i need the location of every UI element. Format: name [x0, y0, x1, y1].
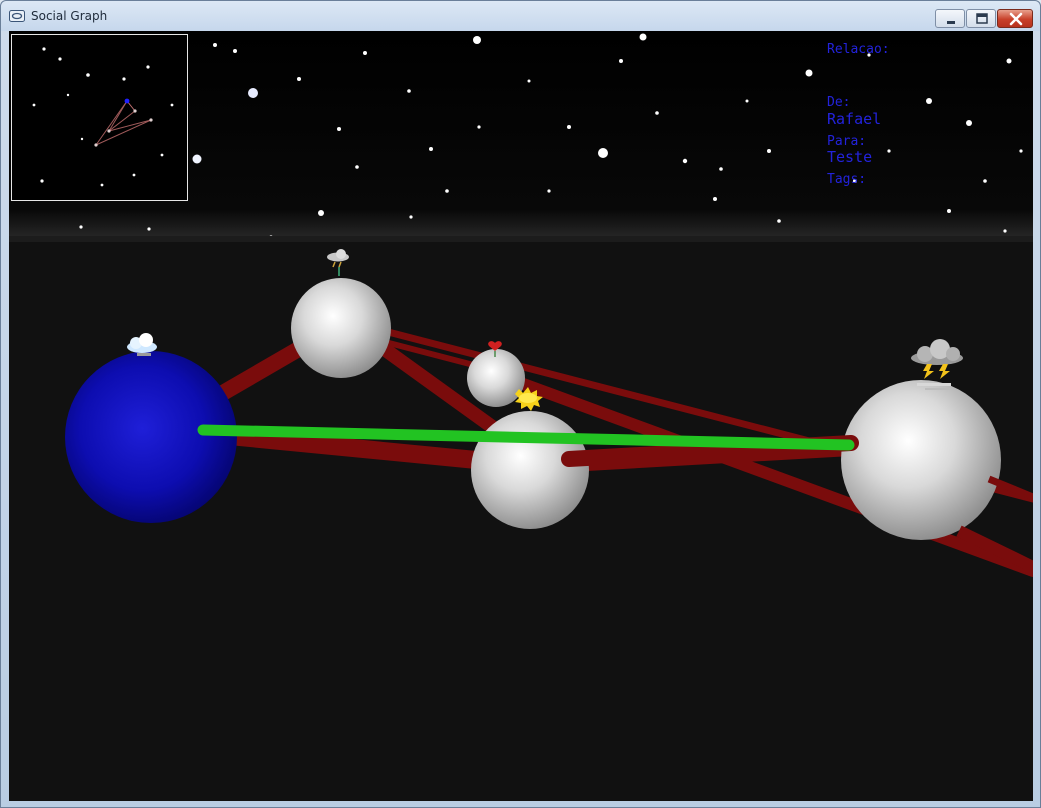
close-button[interactable]: [997, 9, 1033, 28]
window-app-icon: [9, 10, 25, 22]
close-icon: [1009, 12, 1023, 26]
de-value: Rafael: [827, 110, 882, 128]
graph-node[interactable]: [467, 349, 525, 407]
maximize-button[interactable]: [966, 9, 996, 28]
app-window: Social Graph Relacao: De: Rafael Para: T…: [0, 0, 1041, 808]
graph-node-selected[interactable]: [65, 351, 237, 523]
minimize-icon: [947, 21, 955, 24]
graph-node[interactable]: [291, 278, 391, 378]
title-bar[interactable]: Social Graph: [1, 1, 1040, 31]
graph-node[interactable]: [471, 411, 589, 529]
tags-label: Tags:: [827, 172, 867, 187]
3d-viewport[interactable]: Relacao: De: Rafael Para: Teste Tags:: [9, 31, 1033, 801]
de-label: De:: [827, 95, 851, 110]
relacao-label: Relacao:: [827, 42, 890, 57]
maximize-icon: [976, 13, 988, 24]
minimize-button[interactable]: [935, 9, 965, 28]
window-title: Social Graph: [31, 9, 108, 23]
minimap[interactable]: [11, 34, 188, 201]
para-value: Teste: [827, 148, 873, 166]
minimap-view: [32, 47, 174, 187]
para-label: Para:: [827, 134, 867, 149]
graph-node[interactable]: [841, 380, 1001, 540]
